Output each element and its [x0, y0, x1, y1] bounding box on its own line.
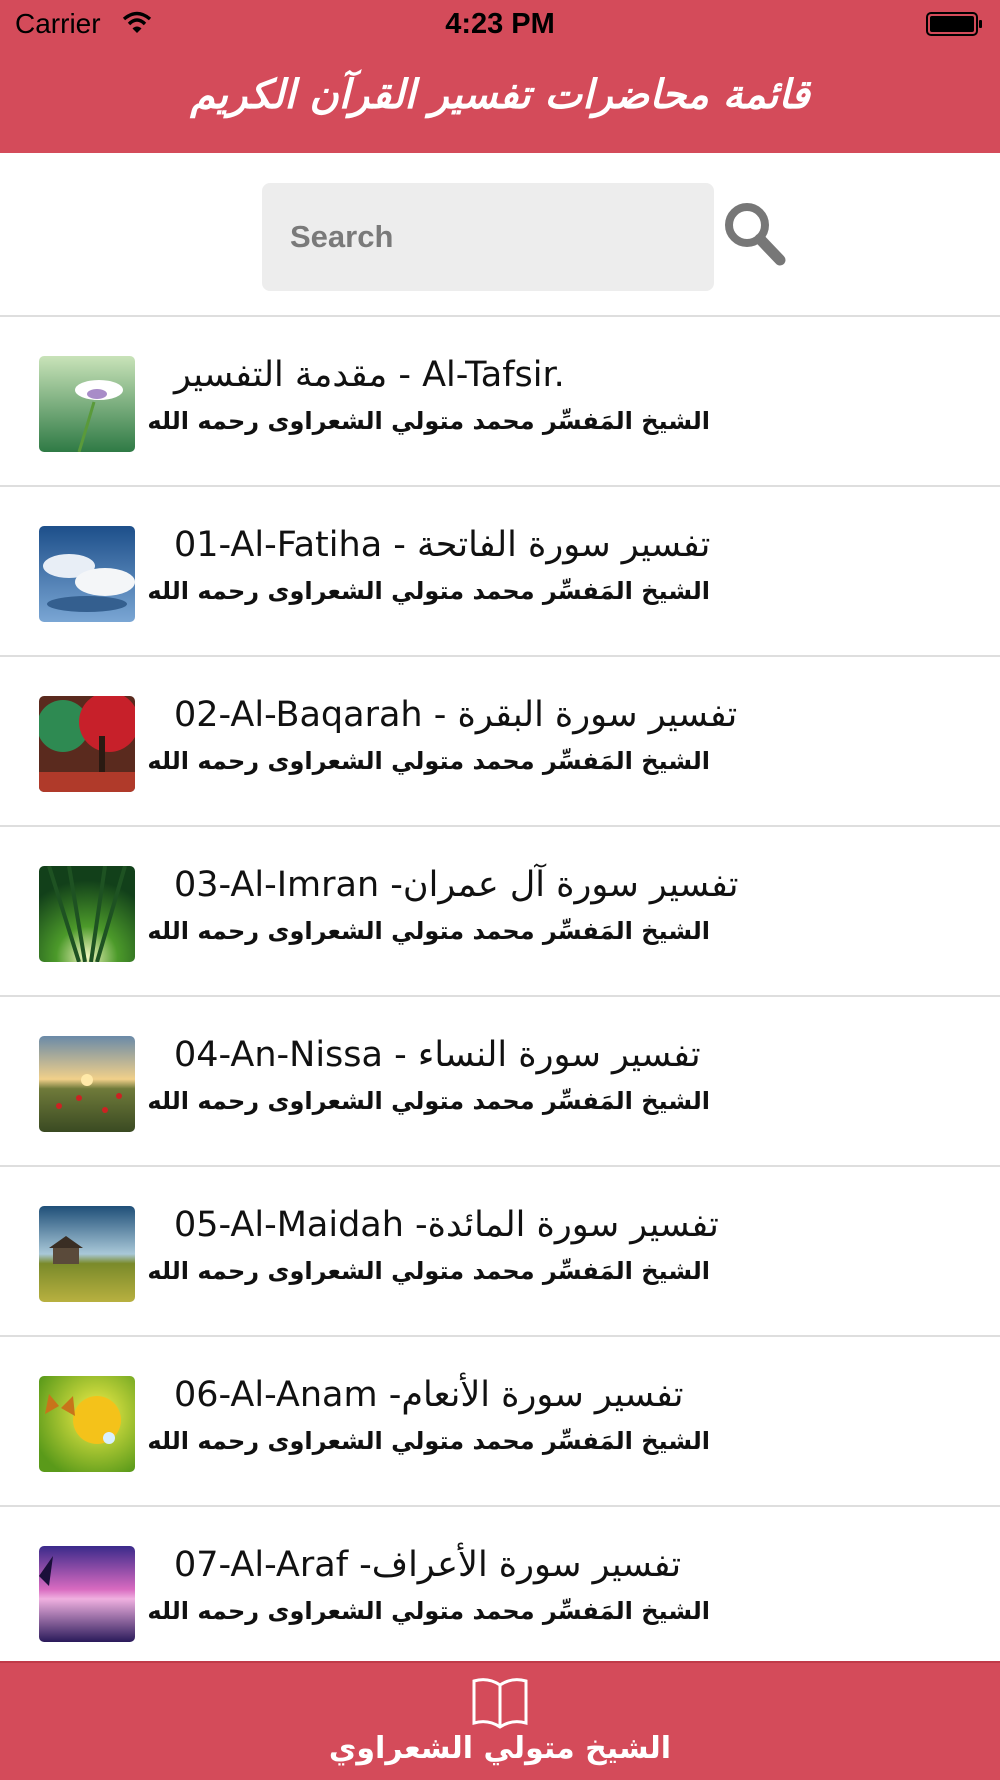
flower-thumbnail [39, 356, 135, 452]
lecture-title: 03-Al-Imran -تفسير سورة آل عمران [174, 865, 739, 905]
lecture-speaker: الشيخ المَفسِّر محمد متولي الشعراوى رحمه… [147, 1257, 710, 1285]
lecture-speaker: الشيخ المَفسِّر محمد متولي الشعراوى رحمه… [147, 747, 710, 775]
lecture-title: 07-Al-Araf -تفسير سورة الأعراف [174, 1545, 682, 1585]
lecture-title: 04-An-Nissa - تفسير سورة النساء [174, 1035, 701, 1075]
list-item[interactable]: 01-Al-Fatiha - تفسير سورة الفاتحة الشيخ … [0, 487, 1000, 657]
lecture-list: مقدمة التفسير - Al-Tafsir. الشيخ المَفسِ… [0, 317, 1000, 1677]
search-bar [0, 153, 1000, 317]
battery-icon [926, 12, 982, 36]
tab-bar: الشيخ متولي الشعراوي [0, 1661, 1000, 1780]
status-bar: Carrier 4:23 PM [0, 0, 1000, 52]
tab-sheikh-shaarawy[interactable]: الشيخ متولي الشعراوي [0, 1663, 1000, 1780]
sunset-thumbnail [39, 1546, 135, 1642]
lecture-speaker: الشيخ المَفسِّر محمد متولي الشعراوى رحمه… [147, 407, 710, 435]
list-item[interactable]: مقدمة التفسير - Al-Tafsir. الشيخ المَفسِ… [0, 317, 1000, 487]
lecture-speaker: الشيخ المَفسِّر محمد متولي الشعراوى رحمه… [147, 577, 710, 605]
lecture-speaker: الشيخ المَفسِّر محمد متولي الشعراوى رحمه… [147, 1427, 710, 1455]
search-input[interactable] [262, 183, 714, 291]
lecture-speaker: الشيخ المَفسِّر محمد متولي الشعراوى رحمه… [147, 1597, 710, 1625]
sky-thumbnail [39, 526, 135, 622]
list-item[interactable]: 04-An-Nissa - تفسير سورة النساء الشيخ ال… [0, 997, 1000, 1167]
lecture-speaker: الشيخ المَفسِّر محمد متولي الشعراوى رحمه… [147, 917, 710, 945]
forest-thumbnail [39, 866, 135, 962]
lecture-title: 05-Al-Maidah -تفسير سورة المائدة [174, 1205, 719, 1245]
lecture-speaker: الشيخ المَفسِّر محمد متولي الشعراوى رحمه… [147, 1087, 710, 1115]
lecture-title: مقدمة التفسير - Al-Tafsir. [174, 355, 565, 395]
list-item[interactable]: 06-Al-Anam -تفسير سورة الأنعام الشيخ الم… [0, 1337, 1000, 1507]
book-icon [472, 1678, 528, 1729]
list-item[interactable]: 07-Al-Araf -تفسير سورة الأعراف الشيخ الم… [0, 1507, 1000, 1677]
autumn-thumbnail [39, 696, 135, 792]
lecture-title: 01-Al-Fatiha - تفسير سورة الفاتحة [174, 525, 711, 565]
field-thumbnail [39, 1036, 135, 1132]
tab-label: الشيخ متولي الشعراوي [328, 1731, 672, 1766]
list-item[interactable]: 05-Al-Maidah -تفسير سورة المائدة الشيخ ا… [0, 1167, 1000, 1337]
lecture-title: 06-Al-Anam -تفسير سورة الأنعام [174, 1375, 684, 1415]
page-title: قائمة محاضرات تفسير القرآن الكريم [190, 72, 810, 118]
lecture-title: 02-Al-Baqarah - تفسير سورة البقرة [174, 695, 738, 735]
search-icon[interactable] [722, 200, 786, 266]
butterfly-thumbnail [39, 1376, 135, 1472]
navigation-bar: قائمة محاضرات تفسير القرآن الكريم [0, 52, 1000, 153]
list-item[interactable]: 02-Al-Baqarah - تفسير سورة البقرة الشيخ … [0, 657, 1000, 827]
house-thumbnail [39, 1206, 135, 1302]
status-time: 4:23 PM [445, 8, 555, 40]
list-item[interactable]: 03-Al-Imran -تفسير سورة آل عمران الشيخ ا… [0, 827, 1000, 997]
